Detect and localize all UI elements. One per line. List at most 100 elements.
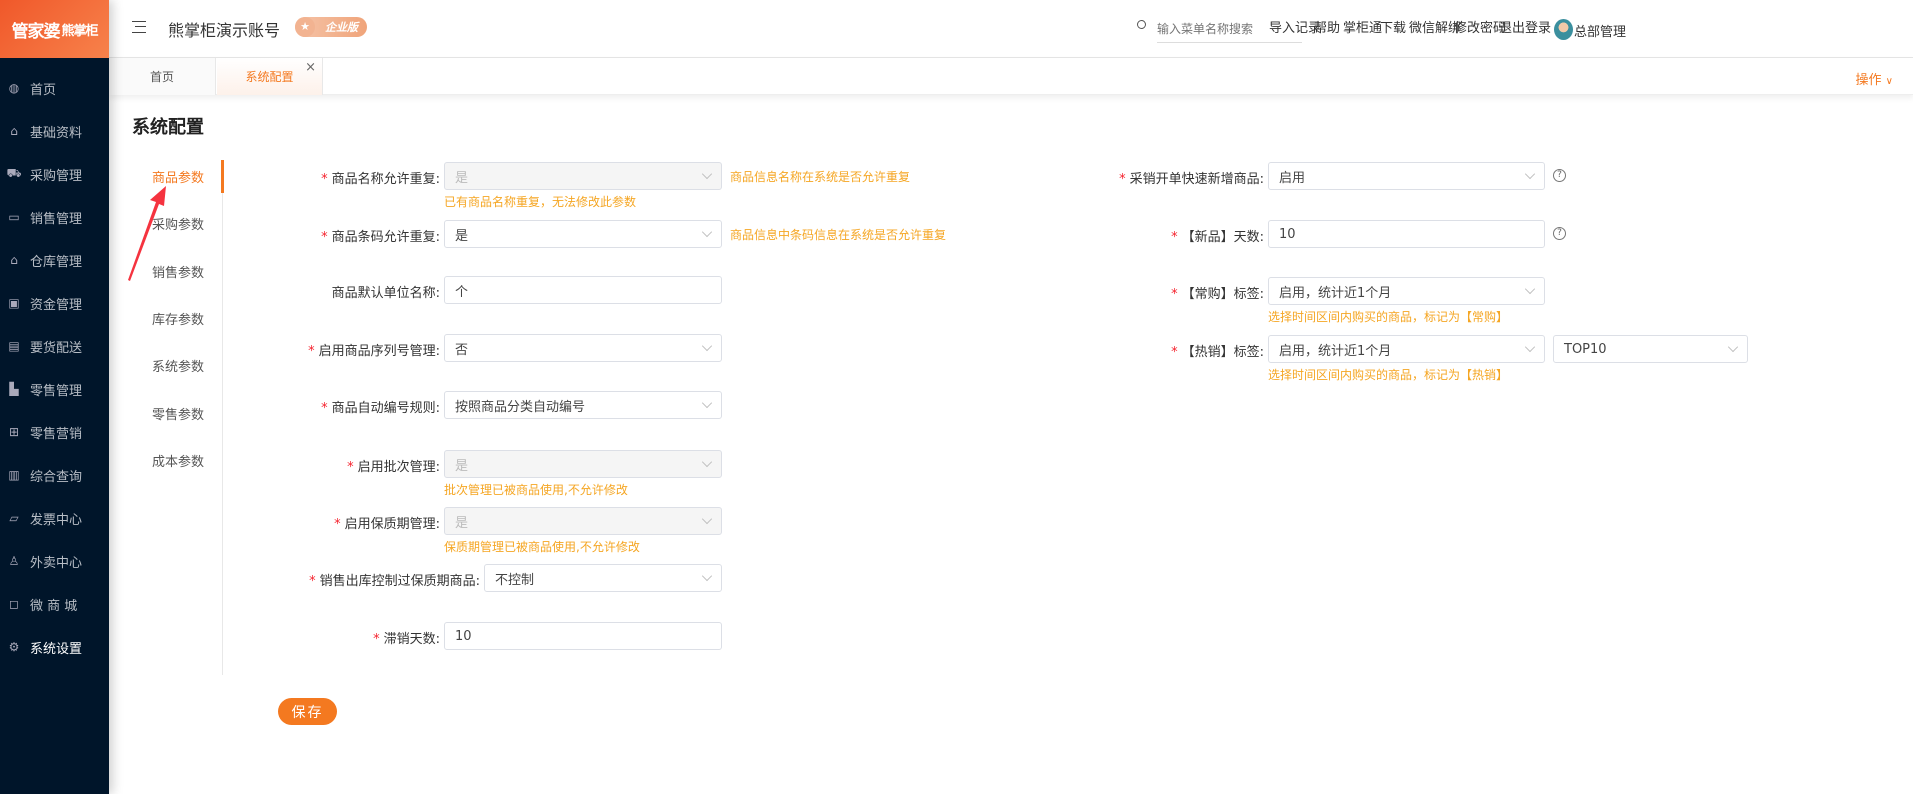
select-dropdown[interactable]: 是 bbox=[444, 220, 722, 248]
help-icon[interactable]: ? bbox=[1553, 227, 1566, 240]
submenu-item[interactable]: 系统参数 bbox=[152, 356, 204, 375]
sidebar-item[interactable]: ▭ 销售管理 bbox=[0, 202, 109, 232]
chevron-down-icon bbox=[1727, 341, 1739, 353]
select-value: 启用，统计近1个月 bbox=[1279, 343, 1392, 359]
field-hint: 批次管理已被商品使用,不允许修改 bbox=[444, 483, 628, 497]
operations-dropdown[interactable]: 操作 ∨ bbox=[1856, 69, 1893, 88]
account-title: 熊掌柜演示账号 bbox=[168, 21, 281, 40]
field-label: * 启用保质期管理: bbox=[334, 517, 440, 532]
side-hint: 商品信息中条码信息在系统是否允许重复 bbox=[730, 228, 947, 242]
select-dropdown[interactable]: 启用，统计近1个月 bbox=[1268, 277, 1545, 305]
sidebar-item-label: 采购管理 bbox=[30, 168, 83, 184]
label-text: 采销开单快速新增商品 bbox=[1129, 172, 1260, 187]
chevron-down-icon bbox=[701, 456, 713, 468]
required-mark: * bbox=[321, 230, 328, 245]
required-mark: * bbox=[1171, 230, 1178, 245]
sidebar-item[interactable]: ◻ 微 商 城 bbox=[0, 589, 109, 619]
field-label: * 商品条码允许重复: bbox=[321, 230, 440, 245]
bar-chart-icon: ▥ bbox=[8, 468, 20, 482]
sidebar-item[interactable]: ⛟ 采购管理 bbox=[0, 159, 109, 189]
chevron-down-icon bbox=[1524, 168, 1536, 180]
header-link[interactable]: 退出登录 bbox=[1499, 17, 1551, 36]
label-text: 启用商品序列号管理 bbox=[318, 344, 436, 359]
sidebar-item[interactable]: ▙ 零售管理 bbox=[0, 374, 109, 404]
sidebar-item-label: 零售管理 bbox=[30, 383, 83, 399]
sidebar-item[interactable]: ▱ 发票中心 bbox=[0, 503, 109, 533]
select-value: 是 bbox=[455, 515, 469, 531]
submenu-item[interactable]: 零售参数 bbox=[152, 404, 204, 423]
sidebar-item[interactable]: ▥ 综合查询 bbox=[0, 460, 109, 490]
close-icon[interactable]: × bbox=[305, 60, 316, 75]
user-name[interactable]: 总部管理 bbox=[1574, 21, 1626, 40]
field-hint: 已有商品名称重复，无法修改此参数 bbox=[444, 195, 637, 209]
menu-toggle-icon[interactable] bbox=[132, 21, 146, 33]
sidebar-item[interactable]: ⌂ 基础资料 bbox=[0, 116, 109, 146]
required-mark: * bbox=[1171, 345, 1178, 360]
label-text: 【新品】天数 bbox=[1181, 230, 1260, 245]
sidebar-item[interactable]: ⚙ 系统设置 bbox=[0, 632, 109, 662]
select-dropdown[interactable]: 启用，统计近1个月 bbox=[1268, 335, 1545, 363]
required-mark: * bbox=[308, 344, 315, 359]
gear-icon: ⚙ bbox=[8, 640, 20, 654]
page-title: 系统配置 bbox=[132, 117, 204, 138]
help-icon[interactable]: ? bbox=[1553, 169, 1566, 182]
globe-icon: ◍ bbox=[8, 81, 20, 95]
submenu-active-bar bbox=[221, 160, 224, 193]
sidebar-item[interactable]: ◍ 首页 bbox=[0, 73, 109, 103]
sidebar-item[interactable]: ⌂ 仓库管理 bbox=[0, 245, 109, 275]
avatar[interactable] bbox=[1554, 19, 1573, 40]
sidebar-item[interactable]: ⊞ 零售营销 bbox=[0, 417, 109, 447]
tab-home[interactable]: 首页 bbox=[109, 58, 216, 95]
field-hint: 选择时间区间内购买的商品，标记为【热销】 bbox=[1268, 368, 1509, 382]
area-chart-icon: ▙ bbox=[9, 382, 19, 396]
field-label: * 商品名称允许重复: bbox=[321, 172, 440, 187]
ops-label: 操作 bbox=[1855, 73, 1882, 88]
star-icon: ★ bbox=[295, 17, 315, 37]
text-input[interactable] bbox=[444, 276, 722, 304]
sidebar-item[interactable]: ▣ 资金管理 bbox=[0, 288, 109, 318]
tab-label: 首页 bbox=[149, 70, 174, 84]
sidebar-item-label: 外卖中心 bbox=[30, 555, 83, 571]
sidebar-item[interactable]: ▤ 要货配送 bbox=[0, 331, 109, 361]
text-input[interactable] bbox=[1268, 220, 1545, 248]
required-mark: * bbox=[347, 460, 354, 475]
select-value: 是 bbox=[455, 458, 469, 474]
label-text: 【热销】标签 bbox=[1181, 345, 1260, 360]
select-dropdown: 是 bbox=[444, 450, 722, 478]
side-hint: 商品信息名称在系统是否允许重复 bbox=[730, 170, 911, 184]
badge-label: 企业版 bbox=[325, 21, 358, 34]
search-icon[interactable] bbox=[1137, 20, 1146, 29]
submenu-item[interactable]: 成本参数 bbox=[152, 451, 204, 470]
select-value: TOP10 bbox=[1564, 341, 1607, 357]
tab-system-config[interactable]: 系统配置 × bbox=[217, 58, 323, 95]
sidebar-item[interactable]: ♙ 外卖中心 bbox=[0, 546, 109, 576]
annotation-arrow bbox=[128, 186, 166, 281]
select-dropdown[interactable]: 不控制 bbox=[484, 564, 722, 592]
chevron-down-icon bbox=[701, 168, 713, 180]
required-mark: * bbox=[309, 574, 316, 589]
select-dropdown[interactable]: 否 bbox=[444, 334, 722, 362]
label-text: 商品默认单位名称 bbox=[331, 286, 436, 301]
top-n-select[interactable]: TOP10 bbox=[1553, 335, 1748, 363]
sidebar-item-label: 系统设置 bbox=[30, 641, 83, 657]
field-label: * 商品自动编号规则: bbox=[321, 401, 440, 416]
header-link[interactable]: 掌柜通 bbox=[1343, 17, 1382, 36]
submenu-item[interactable]: 库存参数 bbox=[152, 309, 204, 328]
header-link[interactable]: 下载 bbox=[1380, 17, 1406, 36]
gift-icon: ⊞ bbox=[8, 425, 20, 439]
sidebar-item-label: 资金管理 bbox=[30, 297, 83, 313]
select-value: 是 bbox=[455, 228, 469, 244]
invoice-icon: ▱ bbox=[9, 511, 19, 525]
select-dropdown[interactable]: 启用 bbox=[1268, 162, 1545, 190]
header-link[interactable]: 帮助 bbox=[1314, 17, 1340, 36]
required-mark: * bbox=[334, 517, 341, 532]
label-text: 商品条码允许重复 bbox=[331, 230, 436, 245]
required-mark: * bbox=[1119, 172, 1126, 187]
select-value: 是 bbox=[455, 170, 469, 186]
text-input[interactable] bbox=[444, 622, 722, 650]
select-value: 启用 bbox=[1279, 170, 1306, 186]
sidebar-item-label: 零售营销 bbox=[30, 426, 83, 442]
select-dropdown[interactable]: 按照商品分类自动编号 bbox=[444, 391, 722, 419]
required-mark: * bbox=[373, 632, 380, 647]
save-button[interactable]: 保存 bbox=[278, 698, 337, 725]
